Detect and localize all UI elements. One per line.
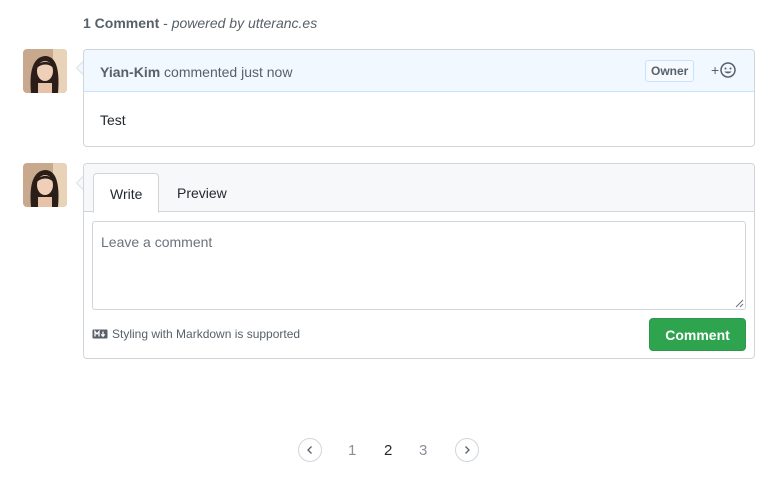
prev-page-button[interactable] [298, 438, 322, 462]
smiley-icon [720, 62, 736, 78]
comment-author[interactable]: Yian-Kim [100, 64, 160, 80]
editor-tabs: Write Preview [84, 164, 754, 213]
page-1[interactable]: 1 [348, 442, 356, 459]
header-separator: - [159, 15, 172, 31]
avatar[interactable] [23, 49, 67, 93]
markdown-note-text: Styling with Markdown is supported [112, 327, 301, 341]
markdown-note[interactable]: Styling with Markdown is supported [92, 327, 300, 341]
comment-box: Yian-Kim commented just now Owner + Test [83, 49, 755, 147]
page-3[interactable]: 3 [419, 442, 427, 459]
chevron-left-icon [307, 446, 312, 454]
comment-author-line: Yian-Kim commented just now [100, 64, 292, 80]
comment-header: Yian-Kim commented just now Owner + [84, 50, 754, 92]
comment-submit-button[interactable]: Comment [649, 318, 746, 351]
tab-preview[interactable]: Preview [161, 173, 243, 213]
tab-write[interactable]: Write [93, 173, 160, 213]
owner-badge: Owner [645, 60, 695, 82]
avatar[interactable] [23, 163, 67, 207]
add-reaction-button[interactable]: + [711, 62, 736, 78]
page-2[interactable]: 2 [384, 442, 392, 459]
resize-handle-icon[interactable] [735, 299, 744, 308]
comments-header: 1 Comment - powered by utteranc.es [83, 15, 317, 31]
reaction-plus: + [711, 62, 720, 78]
next-page-button[interactable] [455, 438, 479, 462]
comment-textarea[interactable] [92, 221, 746, 310]
pagination: 1 2 3 [0, 438, 782, 464]
comment-count: 1 Comment [83, 15, 160, 31]
powered-by-text[interactable]: powered by utteranc.es [172, 15, 318, 31]
comment-body: Test [100, 112, 126, 128]
comment-meta: commented just now [160, 64, 293, 80]
new-comment-form: Write Preview Styling with Markdown is s… [83, 163, 755, 359]
chevron-right-icon [465, 446, 470, 454]
markdown-icon [92, 329, 108, 339]
